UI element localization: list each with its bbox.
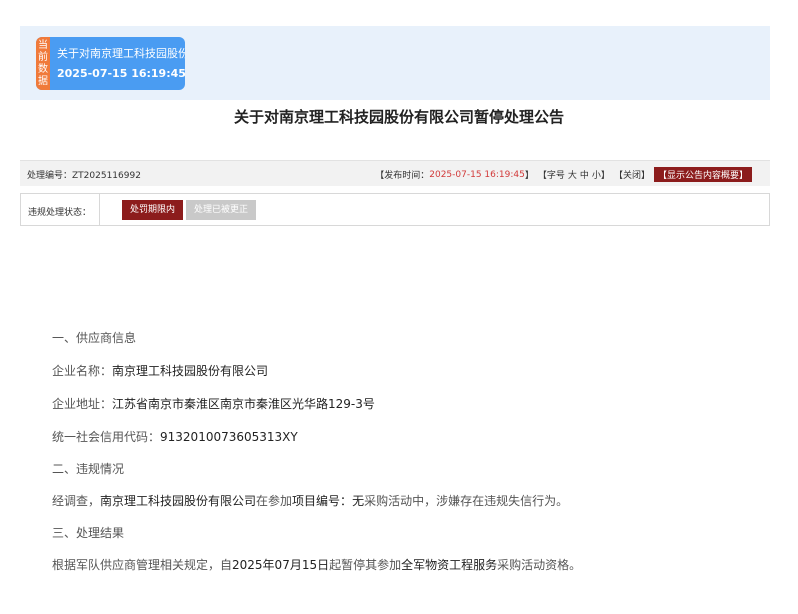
font-size-small-link[interactable]: 小 [592,168,601,181]
close-link[interactable]: 关闭 [623,168,641,181]
result-mid: 起暂停其参加 [329,558,402,572]
font-size-label: 【字号 [537,171,565,181]
company-name-label: 企业名称： [52,364,113,378]
info-bar-actions: 【发布时间： 2025-07-15 16:19:45】 【字号 大 中 小】 【关… [375,167,752,182]
violation-mid: 在参加 [256,494,293,508]
badge-side-char: 前 [38,52,48,63]
credit-code-label: 统一社会信用代码： [52,430,161,444]
status-tag-active: 处罚期限内 [122,200,184,220]
badge-title: 关于对南京理工科技园股份 [57,47,185,60]
font-size-medium-link[interactable]: 中 [580,168,589,181]
result-text: 根据军队供应商管理相关规定，自2025年07月15日起暂停其参加全军物资工程服务… [52,556,581,573]
process-number-label: 处理编号： [27,171,73,181]
status-box: 违规处理状态： 处罚期限内 处理已被更正 [20,193,770,226]
result-suffix: 采购活动资格。 [497,558,582,572]
company-address-row: 企业地址：江苏省南京市秦淮区南京市秦淮区光华路129-3号 [52,395,375,412]
result-date: 2025年07月15日 [232,558,330,572]
result-scope: 全军物资工程服务 [401,558,498,572]
violation-suffix: 采购活动中，涉嫌存在违规失信行为。 [364,494,569,508]
violation-text: 经调查，南京理工科技园股份有限公司在参加项目编号：无采购活动中，涉嫌存在违规失信… [52,492,568,509]
result-prefix: 根据军队供应商管理相关规定，自 [52,558,233,572]
status-divider [99,194,100,225]
process-number-value: ZT2025116992 [72,171,141,181]
badge-side-label: 当 前 数 据 [36,37,50,90]
show-summary-button[interactable]: 【显示公告内容概要】 [653,167,752,182]
bracket: 】 [640,171,650,181]
status-tag-inactive: 处理已被更正 [186,200,257,220]
company-name-value: 南京理工科技园股份有限公司 [112,364,269,378]
publish-time-value: 2025-07-15 16:19:45 [429,169,525,180]
font-size-large-link[interactable]: 大 [568,168,577,181]
page-title: 关于对南京理工科技园股份有限公司暂停处理公告 [233,108,564,126]
badge-side-char: 数 [38,64,48,75]
info-bar: 处理编号：ZT2025116992 【发布时间： 2025-07-15 16:19… [20,160,770,186]
section1-heading: 一、供应商信息 [52,331,137,345]
violation-project-value: 无 [352,494,365,508]
company-address-value: 江苏省南京市秦淮区南京市秦淮区光华路129-3号 [112,397,375,411]
badge-time: 2025-07-15 16:19:45 [57,67,185,80]
section2-heading: 二、违规情况 [52,462,125,476]
section3-heading: 三、处理结果 [52,526,125,540]
badge-side-char: 当 [38,40,48,51]
process-number: 处理编号：ZT2025116992 [27,168,141,181]
status-label: 违规处理状态： [28,208,92,218]
badge-side-char: 据 [38,76,48,87]
company-name-row: 企业名称：南京理工科技园股份有限公司 [52,362,268,379]
credit-code-row: 统一社会信用代码：9132010073605313XY [52,428,298,445]
company-address-label: 企业地址： [52,397,113,411]
publish-time-label: 【发布时间： [375,171,430,181]
violation-prefix: 经调查， [52,494,101,508]
bracket: 【 [613,171,623,181]
violation-company: 南京理工科技园股份有限公司 [100,494,257,508]
violation-project-label: 项目编号： [292,494,353,508]
current-data-badge: 当 前 数 据 关于对南京理工科技园股份 2025-07-15 16:19:45 [36,37,185,90]
bracket: 】 [524,171,534,181]
credit-code-value: 9132010073605313XY [160,430,298,444]
bracket: 】 [600,171,610,181]
